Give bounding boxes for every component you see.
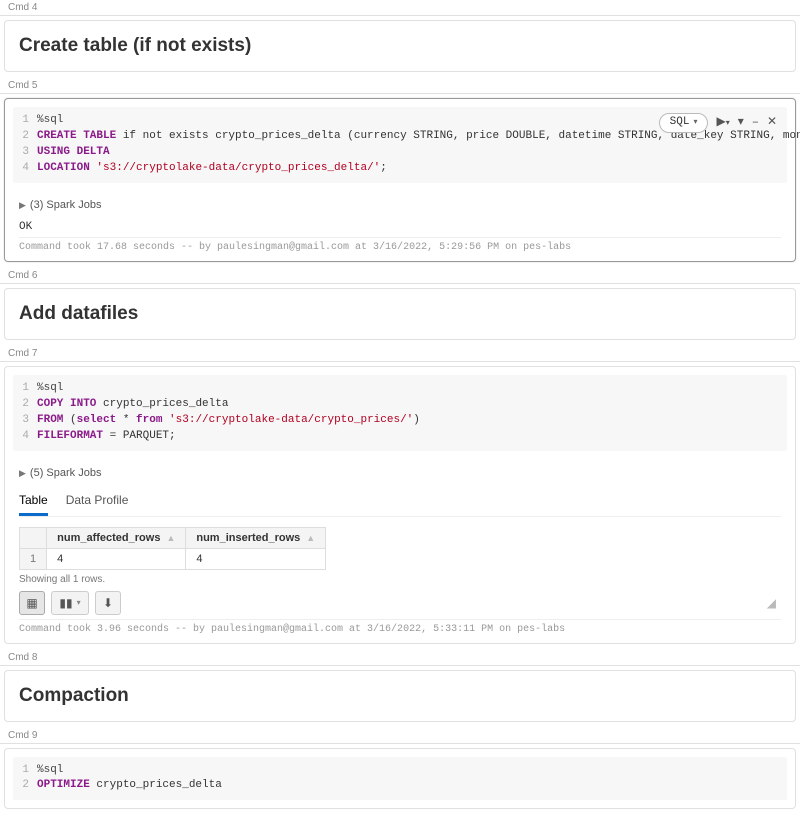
- cell-markdown-4[interactable]: Create table (if not exists): [4, 20, 796, 72]
- cell-toolbar: SQL▾ ▶▾ ▾ – ✕: [659, 113, 777, 133]
- chart-view-button[interactable]: ▮▮ ▾: [51, 591, 89, 615]
- triangle-right-icon: ▶: [19, 468, 26, 478]
- run-icon[interactable]: ▶▾: [716, 114, 729, 131]
- rownum-header[interactable]: [20, 527, 47, 548]
- cmd-header-5: Cmd 5: [0, 78, 800, 94]
- col-header-affected[interactable]: num_affected_rows▲: [47, 527, 186, 548]
- cmd-header-9: Cmd 9: [0, 728, 800, 744]
- cell-code-5[interactable]: SQL▾ ▶▾ ▾ – ✕ 1%sql 2CREATE TABLE if not…: [4, 98, 796, 262]
- chevron-down-icon[interactable]: ▾: [738, 114, 744, 131]
- cell-markdown-6[interactable]: Add datafiles: [4, 288, 796, 340]
- output-text: OK: [19, 221, 781, 233]
- result-table: num_affected_rows▲ num_inserted_rows▲ 1 …: [19, 527, 326, 570]
- cell-code-9[interactable]: 1%sql 2OPTIMIZE crypto_prices_delta: [4, 748, 796, 810]
- cell-inserted: 4: [186, 548, 326, 569]
- col-header-inserted[interactable]: num_inserted_rows▲: [186, 527, 326, 548]
- code-editor[interactable]: 1%sql 2COPY INTO crypto_prices_delta 3FR…: [13, 375, 787, 451]
- table-view-button[interactable]: ▦: [19, 591, 45, 615]
- cmd-header-4: Cmd 4: [0, 0, 800, 16]
- close-icon[interactable]: ✕: [767, 114, 777, 131]
- cmd-header-6: Cmd 6: [0, 268, 800, 284]
- tab-table[interactable]: Table: [19, 489, 48, 516]
- download-button[interactable]: ⬇: [95, 591, 121, 615]
- cell-affected: 4: [47, 548, 186, 569]
- cell-output: ▶(3) Spark Jobs OK Command took 17.68 se…: [5, 191, 795, 261]
- triangle-right-icon: ▶: [19, 200, 26, 210]
- cmd-header-8: Cmd 8: [0, 650, 800, 666]
- command-meta: Command took 3.96 seconds -- by paulesin…: [19, 619, 781, 635]
- markdown-title: Compaction: [5, 671, 795, 721]
- notebook: Cmd 4 Create table (if not exists) Cmd 5…: [0, 0, 800, 809]
- language-pill[interactable]: SQL▾: [659, 113, 709, 133]
- row-number: 1: [20, 548, 47, 569]
- download-icon: ⬇: [103, 596, 113, 610]
- output-tabs: Table Data Profile: [19, 483, 781, 517]
- resize-handle-icon[interactable]: ◢: [767, 596, 781, 610]
- chevron-down-icon: ▾: [77, 598, 81, 607]
- cell-output: ▶(5) Spark Jobs Table Data Profile num_a…: [5, 459, 795, 643]
- output-button-bar: ▦ ▮▮ ▾ ⬇ ◢: [19, 591, 781, 615]
- spark-jobs-toggle[interactable]: ▶(3) Spark Jobs: [19, 195, 781, 215]
- chevron-down-icon: ▾: [693, 118, 697, 127]
- minimize-icon[interactable]: –: [752, 114, 759, 131]
- command-meta: Command took 17.68 seconds -- by paulesi…: [19, 237, 781, 253]
- cell-code-7[interactable]: 1%sql 2COPY INTO crypto_prices_delta 3FR…: [4, 366, 796, 644]
- grid-icon: ▦: [26, 596, 37, 610]
- cmd-header-7: Cmd 7: [0, 346, 800, 362]
- sort-icon: ▲: [166, 533, 175, 543]
- bar-chart-icon: ▮▮: [59, 596, 72, 610]
- markdown-title: Add datafiles: [5, 289, 795, 339]
- sort-icon: ▲: [306, 533, 315, 543]
- tab-data-profile[interactable]: Data Profile: [66, 489, 129, 516]
- cell-markdown-8[interactable]: Compaction: [4, 670, 796, 722]
- code-editor[interactable]: SQL▾ ▶▾ ▾ – ✕ 1%sql 2CREATE TABLE if not…: [13, 107, 787, 183]
- table-row[interactable]: 1 4 4: [20, 548, 326, 569]
- markdown-title: Create table (if not exists): [5, 21, 795, 71]
- rows-summary: Showing all 1 rows.: [19, 574, 781, 585]
- code-editor[interactable]: 1%sql 2OPTIMIZE crypto_prices_delta: [13, 757, 787, 801]
- spark-jobs-toggle[interactable]: ▶(5) Spark Jobs: [19, 463, 781, 483]
